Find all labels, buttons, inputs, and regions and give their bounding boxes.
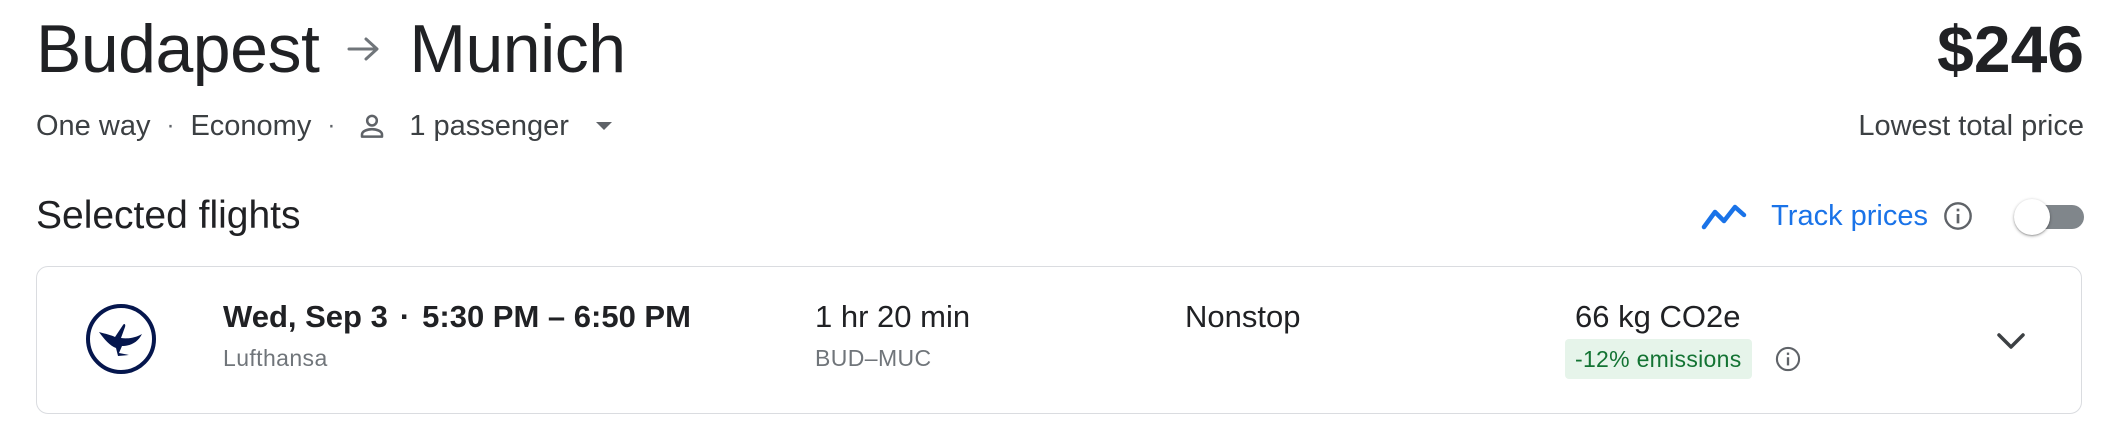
emissions-amount: 66 kg CO2e bbox=[1575, 299, 1741, 334]
separator-dot: · bbox=[166, 112, 175, 139]
caret-down-icon bbox=[589, 111, 619, 141]
trip-options: One way · Economy · 1 passenger bbox=[36, 100, 619, 152]
airport-codes: BUD–MUC bbox=[815, 345, 932, 371]
flight-times: 5:30 PM – 6:50 PM bbox=[422, 299, 691, 334]
passenger-count: 1 passenger bbox=[409, 109, 569, 142]
passenger-dropdown[interactable]: 1 passenger bbox=[351, 107, 619, 145]
track-prices-control: Track prices bbox=[1701, 188, 2084, 244]
destination-city: Munich bbox=[409, 11, 626, 87]
flight-card[interactable]: Wed, Sep 3 · 5:30 PM – 6:50 PM Lufthansa 1… bbox=[36, 266, 2082, 414]
section-title: Selected flights bbox=[36, 194, 301, 237]
flight-schedule: Wed, Sep 3 · 5:30 PM – 6:50 PM bbox=[223, 297, 691, 337]
separator-dot: · bbox=[399, 299, 411, 334]
trending-line-icon bbox=[1701, 200, 1747, 232]
lowest-price: $246 bbox=[1937, 12, 2084, 86]
emissions-badge: -12% emissions bbox=[1565, 339, 1752, 379]
lufthansa-logo-icon bbox=[85, 303, 157, 375]
arrow-right-icon bbox=[345, 32, 383, 66]
flight-date: Wed, Sep 3 bbox=[223, 299, 388, 334]
toggle-thumb bbox=[2014, 199, 2050, 235]
trip-type: One way bbox=[36, 109, 151, 142]
origin-city: Budapest bbox=[36, 11, 320, 87]
chevron-down-icon[interactable] bbox=[1989, 319, 2033, 363]
stops-info: Nonstop bbox=[1185, 299, 1301, 334]
flight-duration: 1 hr 20 min bbox=[815, 299, 971, 334]
info-icon[interactable] bbox=[1774, 345, 1802, 373]
flight-details-page: Budapest Munich $246 One way · Economy ·… bbox=[0, 0, 2108, 430]
separator-dot: · bbox=[327, 112, 336, 139]
emissions-column: 66 kg CO2e -12% emissions bbox=[1565, 297, 1802, 379]
emissions-row: -12% emissions bbox=[1565, 339, 1802, 379]
lowest-price-label: Lowest total price bbox=[1858, 110, 2084, 142]
person-icon bbox=[353, 107, 391, 145]
flight-times-column: Wed, Sep 3 · 5:30 PM – 6:50 PM Lufthansa bbox=[223, 297, 691, 373]
cabin-class: Economy bbox=[190, 109, 312, 142]
stops-column: Nonstop bbox=[1185, 297, 1300, 337]
track-prices-button[interactable]: Track prices bbox=[1701, 200, 1928, 233]
track-prices-toggle[interactable] bbox=[2014, 199, 2084, 235]
route-title: Budapest Munich bbox=[36, 6, 626, 92]
airline-name: Lufthansa bbox=[223, 345, 328, 371]
info-icon[interactable] bbox=[1942, 200, 1974, 232]
duration-column: 1 hr 20 min BUD–MUC bbox=[815, 297, 970, 373]
track-prices-label: Track prices bbox=[1771, 199, 1928, 232]
